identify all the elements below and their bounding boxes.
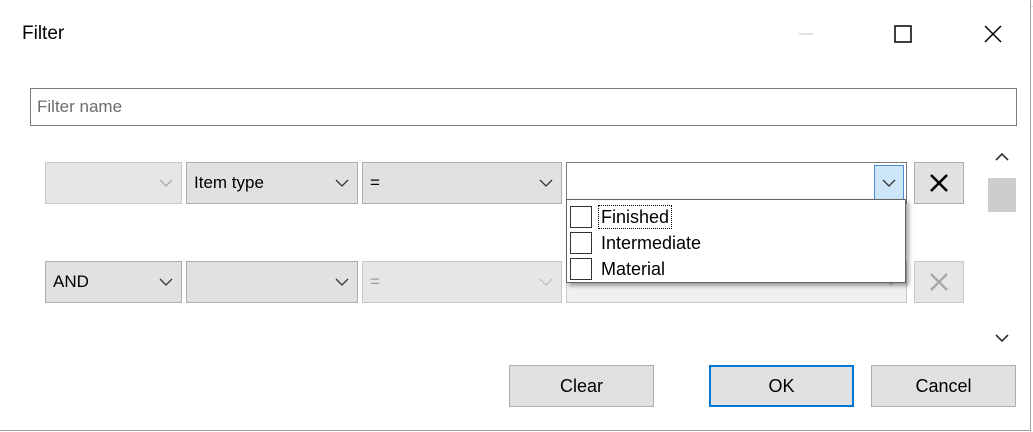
- row2-operator-select: =: [362, 261, 562, 303]
- close-icon: [984, 25, 1002, 43]
- row1-operator-select[interactable]: =: [362, 162, 562, 204]
- x-icon: [930, 273, 948, 291]
- row2-connector-select[interactable]: AND: [45, 261, 182, 303]
- ok-button[interactable]: OK: [709, 365, 854, 407]
- chevron-up-icon: [995, 153, 1009, 161]
- chevron-down-icon: [151, 163, 181, 203]
- chevron-down-icon: [151, 262, 181, 302]
- dropdown-option-material[interactable]: Material: [570, 256, 667, 281]
- row2-operator-value: =: [370, 272, 380, 291]
- row2-delete-button: [914, 261, 964, 303]
- dropdown-option-finished[interactable]: Finished: [570, 204, 673, 229]
- scroll-down-button[interactable]: [986, 325, 1018, 351]
- option-label: Material: [601, 258, 666, 279]
- chevron-down-icon: [327, 163, 357, 203]
- dropdown-option-intermediate[interactable]: Intermediate: [570, 230, 703, 255]
- filter-dialog: Filter Item type =: [0, 0, 1031, 431]
- row1-delete-button[interactable]: [914, 162, 964, 204]
- chevron-down-icon: [531, 163, 561, 203]
- row2-connector-value: AND: [53, 272, 89, 291]
- maximize-icon: [894, 25, 912, 43]
- x-icon: [930, 174, 948, 192]
- option-checkbox[interactable]: [570, 257, 592, 280]
- item-type-dropdown-list: Finished Intermediate Material: [566, 199, 906, 283]
- option-label: Finished: [597, 204, 673, 229]
- minimize-button[interactable]: [783, 14, 829, 54]
- minimize-icon: [799, 33, 813, 35]
- row1-value-select[interactable]: [566, 162, 907, 204]
- row1-field-select[interactable]: Item type: [186, 162, 358, 204]
- close-button[interactable]: [970, 14, 1016, 54]
- option-label: Intermediate: [601, 232, 702, 253]
- cancel-button[interactable]: Cancel: [871, 365, 1016, 407]
- row1-field-value: Item type: [194, 173, 264, 192]
- filter-name-input[interactable]: [30, 88, 1017, 126]
- option-checkbox[interactable]: [570, 231, 592, 254]
- scroll-up-button[interactable]: [986, 144, 1018, 170]
- chevron-down-icon: [995, 334, 1009, 342]
- row1-operator-value: =: [370, 173, 380, 192]
- chevron-down-icon: [531, 262, 561, 302]
- clear-button[interactable]: Clear: [509, 365, 654, 407]
- row1-connector-select: [45, 162, 182, 204]
- maximize-button[interactable]: [880, 14, 926, 54]
- option-checkbox[interactable]: [570, 205, 592, 228]
- row2-field-select[interactable]: [186, 261, 358, 303]
- chevron-down-icon: [327, 262, 357, 302]
- scroll-thumb[interactable]: [988, 178, 1016, 212]
- dialog-title: Filter: [22, 23, 65, 44]
- chevron-down-icon[interactable]: [874, 165, 904, 201]
- rows-scrollbar[interactable]: [986, 142, 1018, 352]
